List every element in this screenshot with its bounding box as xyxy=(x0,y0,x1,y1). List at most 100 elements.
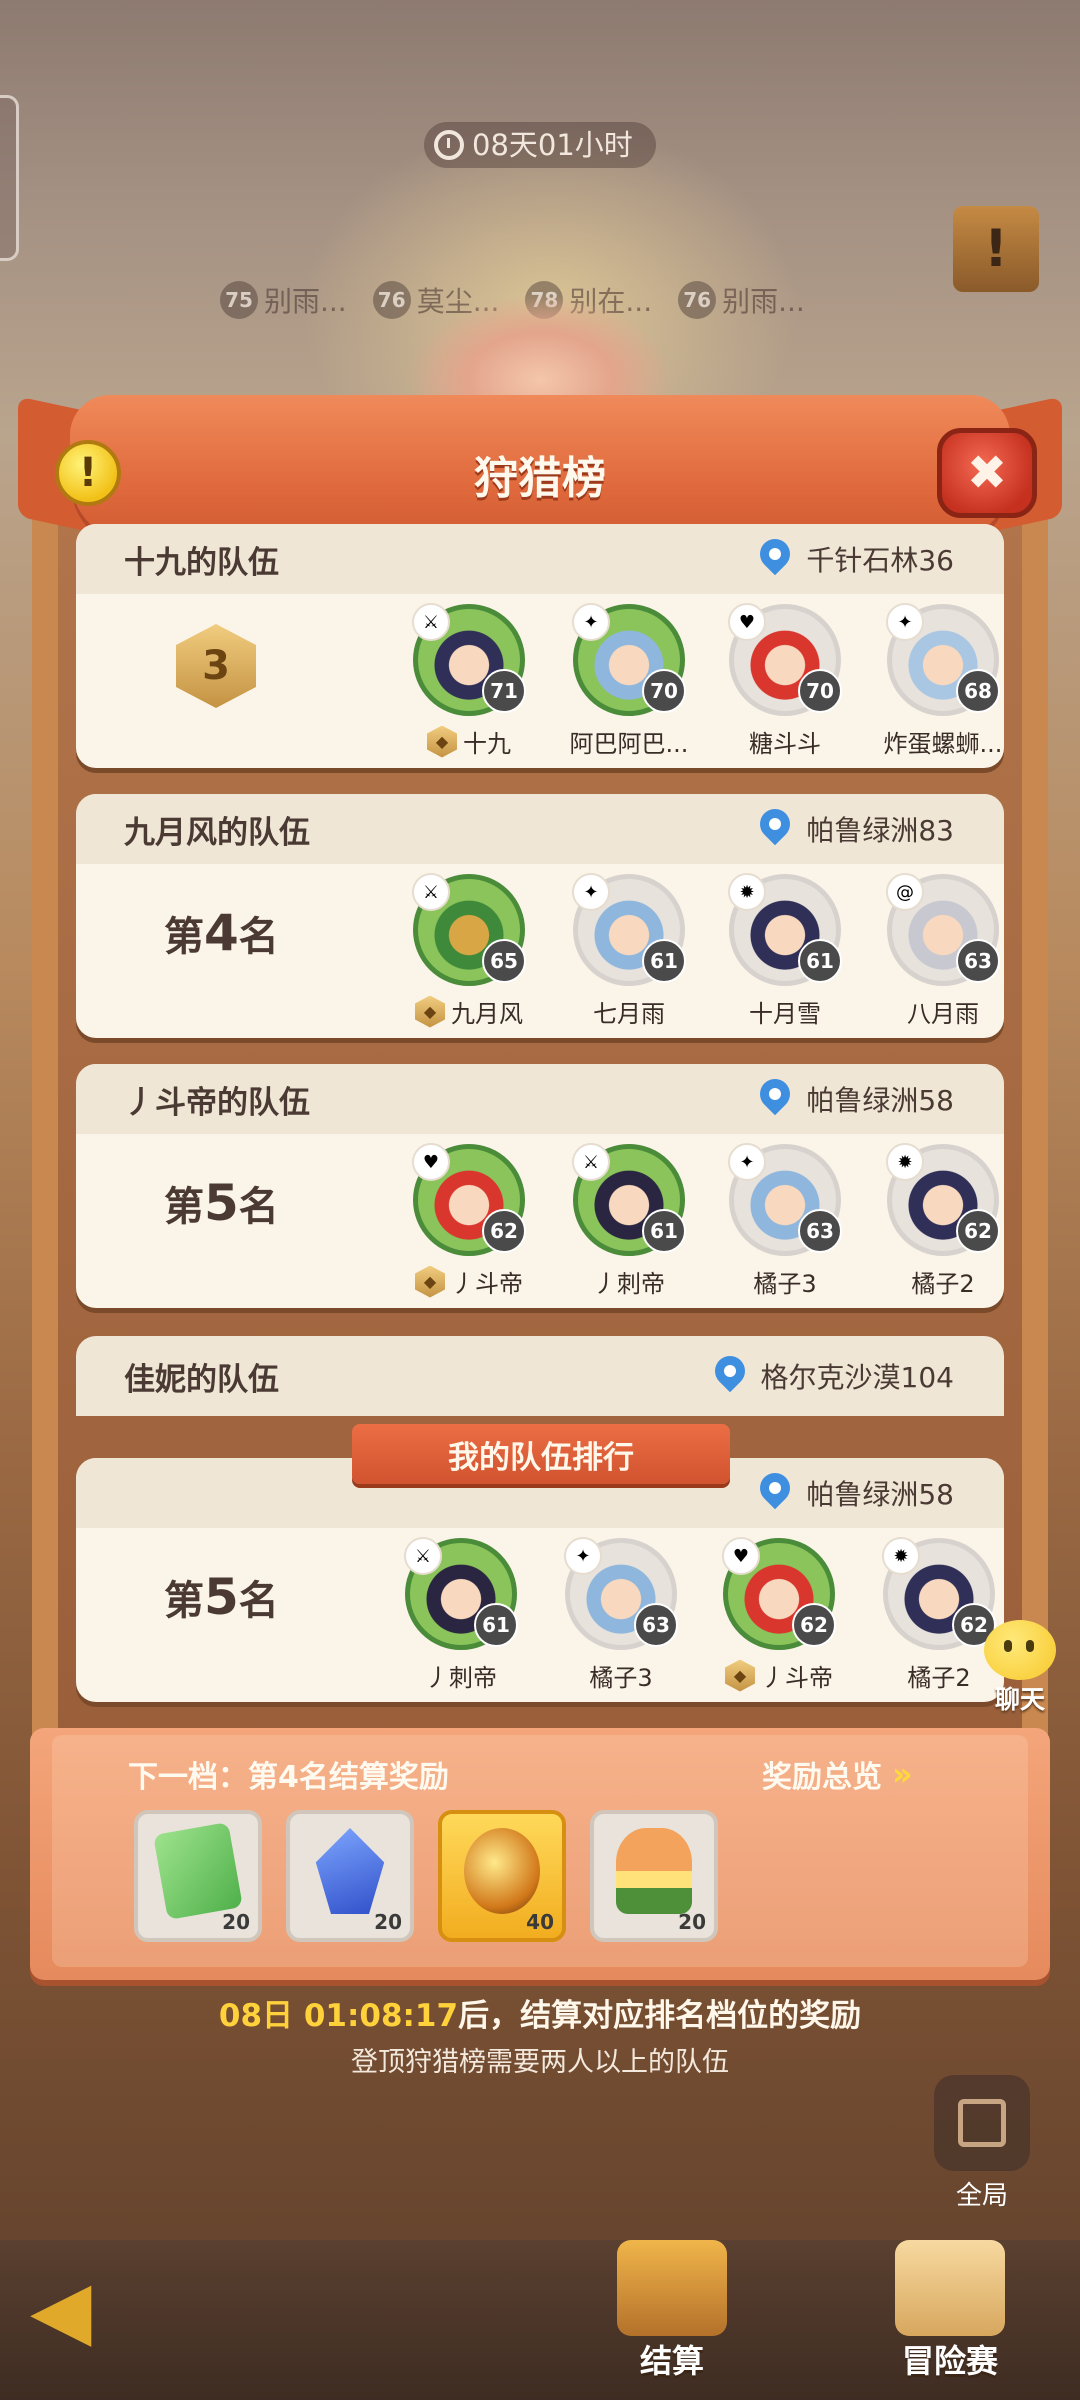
member-level: 70 xyxy=(798,669,842,713)
team-location-text: 帕鲁绿洲58 xyxy=(806,1478,954,1511)
location-pin-icon xyxy=(758,1079,792,1119)
side-tab[interactable] xyxy=(0,95,19,261)
team-location: 帕鲁绿洲58 xyxy=(758,1079,954,1119)
golden-egg-icon xyxy=(464,1828,540,1914)
reward-overview-link[interactable]: 奖励总览 » xyxy=(762,1752,913,1796)
leader-badge-icon: ◆ xyxy=(415,1265,445,1298)
settle-nav-button[interactable]: 结算 xyxy=(562,2240,782,2400)
team-location-text: 帕鲁绿洲83 xyxy=(806,814,954,847)
reward-item[interactable]: 20 xyxy=(590,1810,718,1942)
member-name: ◆ 十九 xyxy=(394,724,544,759)
rank-prefix: 第 xyxy=(164,914,204,960)
my-team-card[interactable]: 帕鲁绿洲58 第5名 ⚔ 61 丿刺帝 ✦ 63 橘子3 ♥ 62 ◆ 丿斗帝 ✹ 62 … xyxy=(76,1458,1004,1702)
team-card-body: 第5名 ⚔ 61 丿刺帝 ✦ 63 橘子3 ♥ 62 ◆ 丿斗帝 ✹ 62 橘子2 xyxy=(76,1528,1004,1702)
reward-item[interactable]: 20 xyxy=(286,1810,414,1942)
chat-label: 聊天 xyxy=(994,1685,1045,1714)
season-timer-text: 08天01小时 xyxy=(472,128,633,162)
rank-text: 第5名 xyxy=(164,1568,279,1626)
team-card[interactable]: 十九的队伍 千针石林36 3 ⚔ 71 ◆ 十九 ✦ 70 阿巴阿巴... ♥ 70 糖… xyxy=(76,524,1004,768)
member-name-text: 九月风 xyxy=(451,1000,523,1028)
info-button[interactable]: ! xyxy=(55,440,121,506)
magic-icon: ✦ xyxy=(886,603,924,641)
avatar: ⚔ 61 xyxy=(404,1537,518,1650)
team-member[interactable]: ♥ 62 ◆ 丿斗帝 xyxy=(704,1537,854,1693)
team-member[interactable]: ⚔ 65 ◆ 九月风 xyxy=(394,873,544,1029)
team-member[interactable]: ⚔ 61 丿刺帝 xyxy=(386,1537,536,1693)
global-view-button[interactable]: 全局 xyxy=(930,2075,1034,2212)
team-requirement-note: 登顶狩猎榜需要两人以上的队伍 xyxy=(351,2047,729,2078)
rank-number: 5 xyxy=(204,1174,239,1232)
reward-count: 20 xyxy=(222,1910,250,1934)
chat-button[interactable]: 聊天 xyxy=(970,1620,1070,1716)
magic-icon: ✦ xyxy=(728,1143,766,1181)
rank-badge-icon: 3 xyxy=(176,624,256,708)
member-level: 61 xyxy=(642,939,686,983)
avatar: ♥ 62 xyxy=(722,1537,836,1650)
magic-icon: ✦ xyxy=(572,873,610,911)
avatar: ⚔ 65 xyxy=(412,873,526,986)
food-plate-icon xyxy=(616,1828,692,1914)
leader-badge-icon: ◆ xyxy=(427,725,457,758)
location-pin-icon xyxy=(758,809,792,849)
member-name: 橘子2 xyxy=(868,1264,1004,1299)
rank-number: 5 xyxy=(204,1568,239,1626)
team-location: 帕鲁绿洲58 xyxy=(758,1473,954,1513)
reward-count: 40 xyxy=(526,1910,554,1934)
member-name-text: 十月雪 xyxy=(749,1000,821,1028)
team-card-partial[interactable]: 佳妮的队伍 格尔克沙漠104 xyxy=(76,1336,1004,1416)
team-card-body: 第5名 ♥ 62 ◆ 丿斗帝 ⚔ 61 丿刺帝 ✦ 63 橘子3 ✹ 62 橘子2 xyxy=(76,1134,1004,1308)
clock-icon xyxy=(434,130,464,160)
member-level: 65 xyxy=(482,939,526,983)
reward-item[interactable]: 20 xyxy=(134,1810,262,1942)
sword-icon: ⚔ xyxy=(572,1143,610,1181)
team-name: 十九的队伍 xyxy=(124,544,279,581)
back-arrow-icon[interactable]: ◀ xyxy=(30,2270,130,2350)
team-member[interactable]: ✦ 63 橘子3 xyxy=(546,1537,696,1693)
close-button[interactable]: ✖ xyxy=(937,428,1037,518)
member-name-text: 橘子2 xyxy=(911,1270,975,1298)
avatar: ✦ 63 xyxy=(728,1143,842,1256)
team-member[interactable]: ✦ 68 炸蛋螺蛳... xyxy=(868,603,1004,759)
fire-icon: ✹ xyxy=(728,873,766,911)
avatar: ✹ 62 xyxy=(886,1143,1000,1256)
bg-player: 75 别雨... xyxy=(220,280,347,320)
reward-count: 20 xyxy=(374,1910,402,1934)
adventure-nav-button[interactable]: 冒险赛 xyxy=(840,2240,1060,2400)
member-level: 61 xyxy=(474,1603,518,1647)
team-member[interactable]: ✦ 63 橘子3 xyxy=(710,1143,860,1299)
avatar: ⚔ 71 xyxy=(412,603,526,716)
member-level: 62 xyxy=(956,1209,1000,1253)
expand-icon xyxy=(934,2075,1030,2171)
bg-player-level: 75 xyxy=(220,281,258,319)
team-member[interactable]: ✹ 61 十月雪 xyxy=(710,873,860,1029)
team-member[interactable]: ⚔ 61 丿刺帝 xyxy=(554,1143,704,1299)
rank-suffix: 名 xyxy=(238,1184,279,1230)
avatar: @63 xyxy=(886,873,1000,986)
team-card-header: 十九的队伍 千针石林36 xyxy=(76,524,1004,594)
bg-player-level: 76 xyxy=(678,281,717,319)
notice-scroll-icon[interactable]: ! xyxy=(953,206,1039,292)
heart-icon: ♥ xyxy=(728,603,766,641)
team-card[interactable]: 九月风的队伍 帕鲁绿洲83 第4名 ⚔ 65 ◆ 九月风 ✦ 61 七月雨 ✹ 61 十… xyxy=(76,794,1004,1038)
sword-icon: ⚔ xyxy=(412,603,450,641)
page-title: 狩猎榜 xyxy=(474,453,606,504)
team-member[interactable]: ♥ 70 糖斗斗 xyxy=(710,603,860,759)
sword-icon: ⚔ xyxy=(404,1537,442,1575)
team-member[interactable]: ✹ 62 橘子2 xyxy=(868,1143,1004,1299)
adventure-nav-label: 冒险赛 xyxy=(901,2342,998,2380)
reward-item[interactable]: 40 xyxy=(438,1810,566,1942)
member-name-text: 丿斗帝 xyxy=(761,1664,833,1692)
heart-icon: ♥ xyxy=(722,1537,760,1575)
avatar: ⚔ 61 xyxy=(572,1143,686,1256)
member-name-text: 丿刺帝 xyxy=(425,1664,497,1692)
team-member[interactable]: ♥ 62 ◆ 丿斗帝 xyxy=(394,1143,544,1299)
team-member[interactable]: ✦ 70 阿巴阿巴... xyxy=(554,603,704,759)
member-level: 62 xyxy=(482,1209,526,1253)
team-member[interactable]: ⚔ 71 ◆ 十九 xyxy=(394,603,544,759)
team-location-text: 帕鲁绿洲58 xyxy=(806,1084,954,1117)
member-level: 63 xyxy=(634,1603,678,1647)
team-member[interactable]: ✦ 61 七月雨 xyxy=(554,873,704,1029)
team-card[interactable]: 丿斗帝的队伍 帕鲁绿洲58 第5名 ♥ 62 ◆ 丿斗帝 ⚔ 61 丿刺帝 ✦ 63 橘… xyxy=(76,1064,1004,1308)
team-member[interactable]: @63 八月雨 xyxy=(868,873,1004,1029)
member-name-text: 橘子3 xyxy=(753,1270,817,1298)
